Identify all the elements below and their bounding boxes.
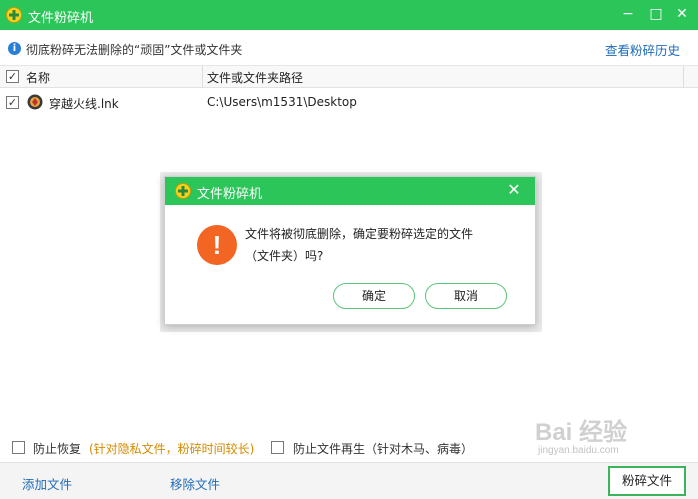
remove-file-link[interactable]: 移除文件 [170, 474, 220, 493]
close-button[interactable]: ✕ [674, 6, 690, 22]
column-divider[interactable] [683, 66, 684, 88]
dialog-message-line2: （文件夹）吗? [245, 249, 324, 263]
dialog-title-bar: 文件粉碎机 ✕ [165, 177, 535, 205]
info-text: 彻底粉碎无法删除的“顽固”文件或文件夹 [26, 43, 243, 57]
confirm-dialog: 文件粉碎机 ✕ ! 文件将被彻底删除，确定要粉碎选定的文件 （文件夹）吗? 确定… [164, 176, 536, 325]
prevent-recovery-checkbox[interactable] [12, 441, 25, 454]
table-row[interactable]: ✓ 穿越火线.lnk C:\Users\m1531\Desktop [0, 92, 698, 114]
cancel-button[interactable]: 取消 [425, 283, 507, 309]
minimize-button[interactable]: − [620, 6, 636, 22]
column-header-path[interactable]: 文件或文件夹路径 [207, 69, 303, 86]
column-divider[interactable] [202, 66, 203, 88]
title-bar: 文件粉碎机 − □ ✕ [0, 0, 698, 30]
shred-file-button[interactable]: 粉碎文件 [608, 466, 686, 496]
prevent-recovery-label[interactable]: 防止恢复 [33, 440, 81, 457]
view-history-link[interactable]: 查看粉碎历史 [605, 40, 680, 59]
baidu-watermark: Bai 经验 [535, 419, 628, 446]
window-title: 文件粉碎机 [28, 11, 94, 26]
row-checkbox[interactable]: ✓ [6, 96, 19, 109]
app-logo-icon [175, 183, 191, 199]
info-bar: i 彻底粉碎无法删除的“顽固”文件或文件夹 查看粉碎历史 [0, 30, 698, 66]
add-file-link[interactable]: 添加文件 [22, 474, 72, 493]
info-icon: i [8, 42, 21, 55]
warning-icon: ! [197, 225, 237, 265]
bottom-bar: 添加文件 移除文件 粉碎文件 [0, 462, 698, 499]
prevent-recovery-note: (针对隐私文件，粉碎时间较长) [89, 442, 255, 456]
dialog-title: 文件粉碎机 [197, 187, 263, 202]
prevent-regen-label[interactable]: 防止文件再生（针对木马、病毒） [293, 440, 473, 457]
app-logo-icon [6, 7, 22, 23]
file-path: C:\Users\m1531\Desktop [207, 95, 357, 109]
confirm-button[interactable]: 确定 [333, 283, 415, 309]
game-shortcut-icon [27, 94, 43, 110]
dialog-close-icon[interactable]: ✕ [505, 181, 523, 199]
file-name: 穿越火线.lnk [49, 97, 119, 111]
baidu-watermark-url: jingyan.baidu.com [538, 445, 619, 456]
prevent-regen-checkbox[interactable] [271, 441, 284, 454]
dialog-message-line1: 文件将被彻底删除，确定要粉碎选定的文件 [245, 227, 474, 241]
select-all-checkbox[interactable]: ✓ [6, 70, 19, 83]
maximize-button[interactable]: □ [648, 6, 664, 22]
column-header-name[interactable]: 名称 [26, 69, 50, 86]
table-header: ✓ 名称 文件或文件夹路径 [0, 66, 698, 88]
